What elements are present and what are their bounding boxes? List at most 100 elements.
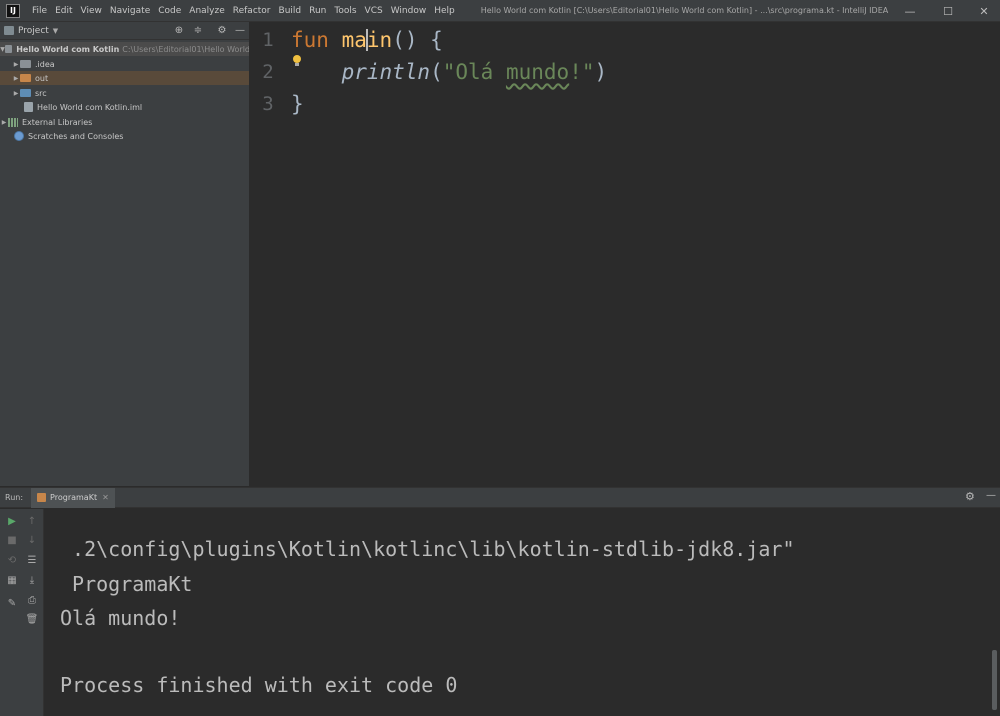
code-line-2[interactable]: 2 println("Olá mundo !") [251, 56, 607, 88]
function-name-a: ma [341, 28, 367, 52]
collapse-all-icon[interactable]: ≑ [192, 25, 204, 37]
library-icon [8, 117, 18, 127]
code-line-3[interactable]: 3 } [251, 88, 304, 120]
paren-open: ( [430, 60, 443, 84]
arrow-down-icon[interactable]: ↓ [25, 534, 39, 548]
print-icon[interactable]: ⎙ [25, 594, 39, 608]
kotlin-file-icon [37, 493, 47, 502]
soft-wrap-icon[interactable]: ☰ [25, 554, 39, 568]
menu-tools[interactable]: Tools [330, 6, 360, 16]
tree-item-label: Scratches and Consoles [28, 131, 124, 141]
module-folder-icon [5, 45, 13, 53]
locate-file-icon[interactable]: ⊕ [173, 25, 185, 37]
project-panel-header: Project ▼ ⊕ ≑ ⚙ — [0, 22, 249, 40]
run-panel-header: Run: ProgramaKt ✕ ⚙ — [0, 487, 1000, 508]
layout-icon[interactable]: ▦ [5, 574, 19, 588]
menu-refactor[interactable]: Refactor [229, 6, 275, 16]
tab-programakt[interactable]: ProgramaKt ✕ [31, 487, 115, 508]
tree-item-out[interactable]: ▶ out [0, 71, 249, 85]
tree-item-label: src [35, 88, 47, 98]
tree-item-path: C:\Users\Editorial01\Hello World [122, 44, 250, 54]
console-line: Process finished with exit code 0 [60, 673, 458, 697]
tree-item-project-root[interactable]: ▼ Hello World com Kotlin C:\Users\Editor… [0, 42, 250, 56]
string-literal-c: !" [569, 60, 595, 84]
console-line: Olá mundo! [60, 606, 181, 630]
line-number: 2 [262, 61, 274, 83]
intellij-logo-icon: IJ [6, 3, 20, 18]
menu-navigate[interactable]: Navigate [106, 6, 154, 16]
line-number: 3 [262, 93, 274, 115]
tree-item-label: out [35, 73, 49, 83]
tree-item-external-libraries[interactable]: ▶ External Libraries [0, 115, 249, 129]
menu-file[interactable]: File [28, 6, 51, 16]
close-button[interactable]: ✕ [966, 0, 1000, 22]
tree-item-label: Hello World com Kotlin [16, 44, 120, 54]
menu-run[interactable]: Run [305, 6, 330, 16]
rerun-icon[interactable]: ▶ [5, 515, 19, 529]
code-rest: () { [392, 28, 443, 52]
tab-label: ProgramaKt [50, 493, 98, 502]
chevron-right-icon[interactable]: ▶ [12, 90, 20, 97]
chevron-down-icon[interactable]: ▼ [53, 27, 58, 35]
excluded-folder-icon [20, 74, 31, 82]
gear-icon[interactable]: ⚙ [965, 490, 975, 503]
menu-build[interactable]: Build [275, 6, 306, 16]
gear-icon[interactable]: ⚙ [216, 25, 228, 37]
run-label: Run: [5, 493, 24, 502]
code-line-1[interactable]: 1 fun ma in() { [251, 24, 443, 56]
menu-window[interactable]: Window [387, 6, 431, 16]
source-folder-icon [20, 89, 31, 97]
keyword-fun: fun [291, 28, 329, 52]
console-output[interactable]: .2\config\plugins\Kotlin\kotlinc\lib\kot… [45, 509, 990, 716]
tree-item-label: Hello World com Kotlin.iml [37, 102, 143, 112]
scroll-to-end-icon[interactable]: ⤓ [25, 574, 39, 588]
menu-help[interactable]: Help [430, 6, 459, 16]
menu-vcs[interactable]: VCS [361, 6, 387, 16]
window-title: Hello World com Kotlin [C:\Users\Editori… [480, 6, 889, 15]
tree-item-scratches[interactable]: Scratches and Consoles [0, 129, 249, 143]
println-call: println [341, 60, 431, 84]
code-editor[interactable]: 1 fun ma in() { 2 println("Olá mundo !") 3… [251, 22, 1000, 486]
scratches-icon [14, 131, 24, 141]
chevron-right-icon[interactable]: ▶ [12, 61, 20, 68]
stop-icon[interactable]: ■ [5, 534, 19, 548]
tree-item-label: External Libraries [22, 117, 93, 127]
line-number: 1 [262, 29, 274, 51]
console-line: .2\config\plugins\Kotlin\kotlinc\lib\kot… [60, 537, 795, 561]
close-icon[interactable]: ✕ [102, 493, 109, 502]
pin-icon[interactable]: ✎ [5, 597, 19, 611]
menu-code[interactable]: Code [154, 6, 185, 16]
scrollbar[interactable] [992, 650, 997, 710]
project-panel: Project ▼ ⊕ ≑ ⚙ — ▼ Hello World com Kotl… [0, 22, 250, 486]
arrow-up-icon[interactable]: ↑ [25, 515, 39, 529]
project-view-selector[interactable]: Project [18, 26, 49, 36]
iml-file-icon [24, 102, 33, 112]
project-view-icon [4, 26, 14, 35]
title-bar: IJ File Edit View Navigate Code Analyze … [0, 0, 1000, 22]
string-literal-a: "Olá [442, 60, 506, 84]
menu-view[interactable]: View [77, 6, 106, 16]
console-line: ProgramaKt [60, 572, 193, 596]
chevron-right-icon[interactable]: ▶ [12, 75, 20, 82]
chevron-right-icon[interactable]: ▶ [0, 119, 8, 126]
closing-brace: } [291, 92, 304, 116]
function-name-b: in [366, 28, 393, 52]
trash-icon[interactable]: 🗑 [25, 613, 39, 627]
string-literal-spellcheck: mundo [505, 60, 570, 84]
tree-item-iml[interactable]: Hello World com Kotlin.iml [0, 100, 249, 114]
run-panel: Run: ProgramaKt ✕ ⚙ — ▶ ■ ⟲ ▦ ✎ ↑ ↓ ☰ ⤓ … [0, 487, 1000, 716]
maximize-button[interactable]: ☐ [930, 0, 966, 22]
lightbulb-icon[interactable] [292, 55, 302, 67]
menu-edit[interactable]: Edit [51, 6, 76, 16]
hide-panel-icon[interactable]: — [986, 490, 996, 501]
menu-analyze[interactable]: Analyze [185, 6, 228, 16]
tree-item-label: .idea [35, 59, 55, 69]
tree-item-idea[interactable]: ▶ .idea [0, 57, 249, 71]
tree-item-src[interactable]: ▶ src [0, 86, 249, 100]
folder-icon [20, 60, 31, 68]
restore-layout-icon[interactable]: ⟲ [5, 554, 19, 568]
paren-close: ) [594, 60, 608, 84]
hide-panel-icon[interactable]: — [234, 25, 246, 37]
run-toolbar: ▶ ■ ⟲ ▦ ✎ ↑ ↓ ☰ ⤓ ⎙ 🗑 [0, 509, 44, 716]
minimize-button[interactable]: — [892, 0, 928, 22]
